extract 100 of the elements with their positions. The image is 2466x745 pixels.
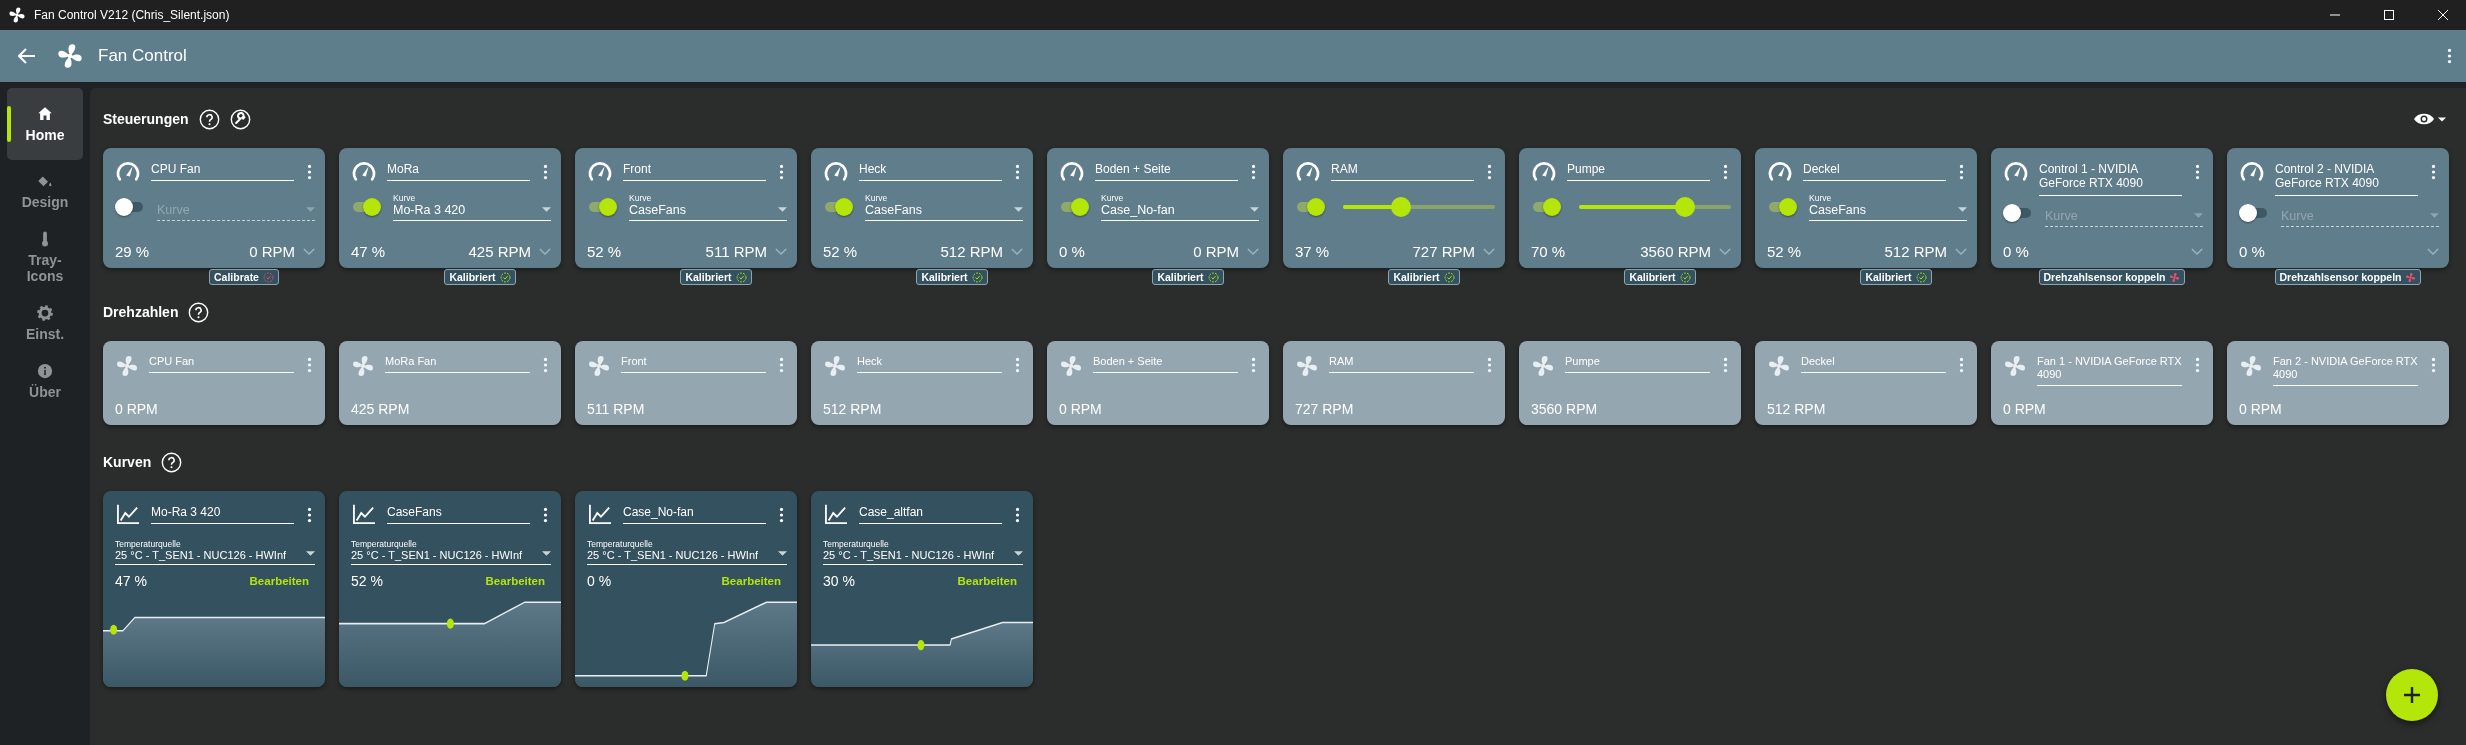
name-field[interactable]: Front — [623, 156, 766, 182]
toggle-switch[interactable] — [1531, 198, 1561, 216]
rpm-value: 0 RPM — [2239, 401, 2283, 417]
name-field[interactable]: CaseFans — [387, 499, 530, 525]
toggle-switch[interactable] — [1767, 198, 1797, 216]
calibration-badge[interactable]: Drehzahlsensor koppeln — [2274, 269, 2422, 285]
rpm-value: 0 RPM — [249, 243, 295, 260]
chevron-icon[interactable] — [1719, 248, 1731, 255]
calibration-badge[interactable]: Kalibriert — [1152, 269, 1224, 285]
dashed-check-icon — [1207, 271, 1219, 283]
name-field[interactable]: Boden + Seite — [1095, 156, 1238, 182]
name-field[interactable]: Heck — [857, 349, 1002, 374]
calibration-badge[interactable]: Calibrate — [209, 269, 279, 285]
gauge-icon — [2003, 160, 2029, 182]
sidebar-item[interactable]: Über — [7, 354, 83, 409]
toggle-switch[interactable] — [1059, 198, 1089, 216]
toggle-switch[interactable] — [115, 198, 145, 216]
name-field[interactable]: Heck — [859, 156, 1002, 182]
toggle-switch[interactable] — [823, 198, 853, 216]
name-field[interactable]: CPU Fan — [151, 156, 294, 182]
percent-value: 37 % — [1295, 243, 1331, 260]
help-icon[interactable] — [198, 108, 220, 130]
chevron-icon[interactable] — [1011, 248, 1023, 255]
calibration-badge[interactable]: Kalibriert — [916, 269, 988, 285]
sidebar-item[interactable]: Design — [7, 164, 83, 219]
chevron-icon[interactable] — [303, 248, 315, 255]
chevron-icon[interactable] — [1247, 248, 1259, 255]
temperature-source-dropdown[interactable]: Temperaturquelle 25 °C - T_SEN1 - NUC126 - HWInf — [115, 539, 315, 565]
sidebar-item[interactable]: Home — [7, 88, 83, 160]
visibility-menu[interactable] — [2414, 112, 2446, 126]
rpm-value: 0 RPM — [1059, 401, 1103, 417]
caret-icon — [2194, 212, 2203, 218]
rpm-value: 0 RPM — [115, 401, 159, 417]
back-arrow-icon[interactable] — [18, 48, 36, 64]
gauge-icon — [1059, 160, 1085, 182]
edit-link[interactable]: Bearbeiten — [721, 575, 781, 587]
name-field[interactable]: CPU Fan — [149, 349, 294, 374]
curve-dropdown[interactable]: Kurve Mo-Ra 3 420 — [393, 193, 551, 221]
name-field[interactable]: RAM — [1329, 349, 1474, 374]
name-field[interactable]: MoRa — [387, 156, 530, 182]
maximize-icon — [2384, 10, 2394, 20]
name-field[interactable]: Boden + Seite — [1093, 349, 1238, 374]
app-title: Fan Control — [98, 46, 188, 66]
chevron-icon[interactable] — [1483, 248, 1495, 255]
gauge-icon — [587, 160, 613, 182]
toggle-switch[interactable] — [587, 198, 617, 216]
percent-value: 52 % — [587, 243, 623, 260]
chevron-icon[interactable] — [539, 248, 551, 255]
temperature-source-dropdown[interactable]: Temperaturquelle 25 °C - T_SEN1 - NUC126 - HWInf — [587, 539, 787, 565]
more-icon[interactable] — [2447, 48, 2452, 64]
name-field[interactable]: Front — [621, 349, 766, 374]
speed-slider[interactable] — [1579, 197, 1731, 217]
name-field[interactable]: MoRa Fan — [385, 349, 530, 374]
chevron-icon[interactable] — [2427, 248, 2439, 255]
edit-link[interactable]: Bearbeiten — [485, 575, 545, 587]
dashed-check-icon — [1915, 271, 1927, 283]
calibration-badge[interactable]: Drehzahlsensor koppeln — [2038, 269, 2186, 285]
name-field[interactable]: Pumpe — [1565, 349, 1710, 374]
app-logo-icon — [8, 6, 26, 24]
name-field[interactable]: Mo-Ra 3 420 — [151, 499, 294, 525]
name-field[interactable]: Deckel — [1801, 349, 1946, 374]
chevron-icon[interactable] — [1955, 248, 1967, 255]
curve-dropdown[interactable]: Kurve Case_No-fan — [1101, 193, 1259, 221]
help-icon[interactable] — [161, 451, 183, 473]
name-field[interactable]: Fan 2 - NVIDIA GeForce RTX 4090 — [2273, 349, 2418, 387]
sidebar-item[interactable]: Tray-Icons — [7, 222, 83, 293]
add-button[interactable] — [2386, 669, 2438, 721]
toggle-switch[interactable] — [351, 198, 381, 216]
percent-value: 52 % — [351, 573, 384, 589]
chevron-icon[interactable] — [775, 248, 787, 255]
name-field[interactable]: Case_altfan — [859, 499, 1002, 525]
curve-dropdown[interactable]: Kurve CaseFans — [629, 193, 787, 221]
sidebar-item[interactable]: Einst. — [7, 296, 83, 351]
edit-link[interactable]: Bearbeiten — [249, 575, 309, 587]
name-field[interactable]: RAM — [1331, 156, 1474, 182]
temperature-source-dropdown[interactable]: Temperaturquelle 25 °C - T_SEN1 - NUC126 - HWInf — [351, 539, 551, 565]
name-field[interactable]: Control 2 - NVIDIA GeForce RTX 4090 — [2275, 156, 2418, 196]
speed-slider[interactable] — [1343, 197, 1495, 217]
calibration-badge[interactable]: Kalibriert — [444, 269, 516, 285]
name-field[interactable]: Pumpe — [1567, 156, 1710, 182]
help-icon[interactable] — [188, 301, 210, 323]
name-field[interactable]: Fan 1 - NVIDIA GeForce RTX 4090 — [2037, 349, 2182, 387]
wrench-icon[interactable] — [229, 108, 251, 130]
rpm-value: 425 RPM — [351, 401, 411, 417]
toggle-switch[interactable] — [1295, 198, 1325, 216]
calibration-badge[interactable]: Kalibriert — [1860, 269, 1932, 285]
curve-dropdown[interactable]: Kurve CaseFans — [865, 193, 1023, 221]
toggle-switch[interactable] — [2003, 203, 2033, 222]
chevron-icon[interactable] — [2191, 248, 2203, 255]
name-field[interactable]: Control 1 - NVIDIA GeForce RTX 4090 — [2039, 156, 2182, 196]
name-field[interactable]: Case_No-fan — [623, 499, 766, 525]
curve-dropdown[interactable]: Kurve CaseFans — [1809, 193, 1967, 221]
calibration-badge[interactable]: Kalibriert — [680, 269, 752, 285]
name-field[interactable]: Deckel — [1803, 156, 1946, 182]
caret-icon — [778, 551, 787, 556]
calibration-badge[interactable]: Kalibriert — [1388, 269, 1460, 285]
edit-link[interactable]: Bearbeiten — [957, 575, 1017, 587]
toggle-switch[interactable] — [2239, 203, 2269, 222]
calibration-badge[interactable]: Kalibriert — [1624, 269, 1696, 285]
temperature-source-dropdown[interactable]: Temperaturquelle 25 °C - T_SEN1 - NUC126 - HWInf — [823, 539, 1023, 565]
